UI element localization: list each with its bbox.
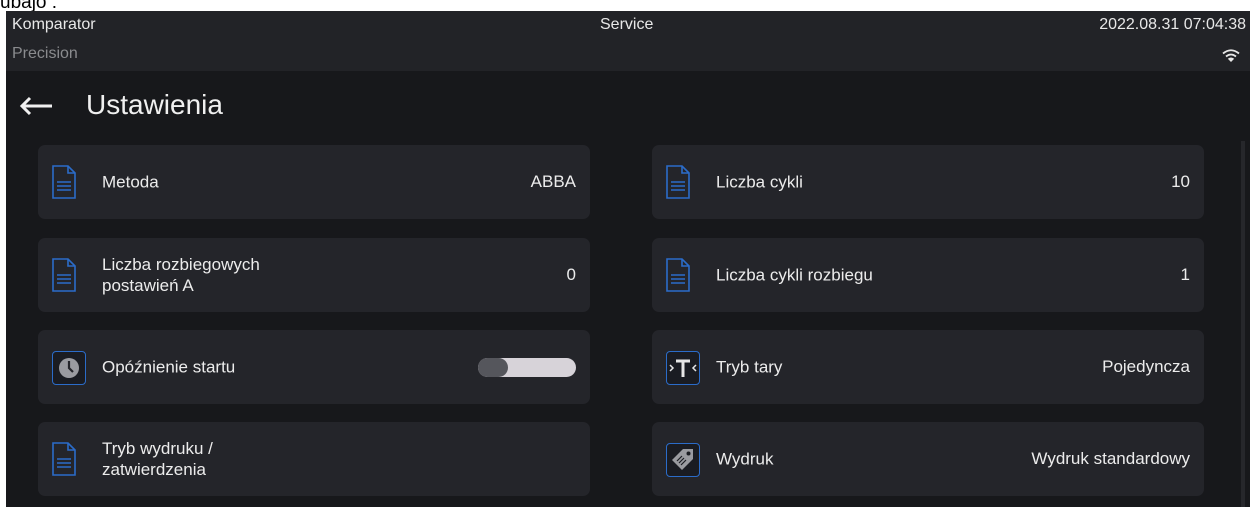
setting-label: Tryb wydruku / zatwierdzenia (102, 439, 213, 479)
setting-label: Liczba cykli (716, 172, 803, 192)
setting-value: 0 (566, 265, 576, 284)
setting-value: Pojedyncza (1102, 357, 1190, 376)
tag-icon (666, 443, 700, 477)
setting-value: Wydruk standardowy (1031, 449, 1190, 468)
document-icon (52, 258, 76, 292)
setting-opoznienie-startu[interactable]: Opóźnienie startu (38, 330, 590, 404)
setting-label: Liczba rozbiegowych postawień A (102, 255, 260, 295)
setting-label: Liczba cykli rozbiegu (716, 265, 873, 285)
setting-liczba-cykli-rozbiegu[interactable]: Liczba cykli rozbiegu 1 (652, 238, 1204, 312)
setting-wydruk[interactable]: Wydruk Wydruk standardowy (652, 422, 1204, 496)
wifi-icon (1222, 49, 1240, 62)
arrow-left-icon[interactable] (18, 95, 54, 117)
datetime: 2022.08.31 07:04:38 (1099, 16, 1246, 33)
tare-icon (666, 351, 700, 385)
document-icon (52, 165, 76, 199)
setting-value: ABBA (530, 172, 576, 191)
device-screen: Komparator Precision Service 2022.08.31 … (6, 11, 1250, 507)
mode-label: Precision (12, 45, 78, 62)
setting-metoda[interactable]: Metoda ABBA (38, 145, 590, 219)
clock-icon (52, 351, 86, 385)
setting-liczba-rozbiegowych[interactable]: Liczba rozbiegowych postawień A 0 (38, 238, 590, 312)
setting-liczba-cykli[interactable]: Liczba cykli 10 (652, 145, 1204, 219)
setting-value: 1 (1180, 265, 1190, 284)
setting-value: 10 (1171, 172, 1190, 191)
document-icon (666, 258, 690, 292)
document-icon (666, 165, 690, 199)
setting-label: Metoda (102, 172, 159, 192)
setting-tryb-wydruku[interactable]: Tryb wydruku / zatwierdzenia (38, 422, 590, 496)
scrollbar[interactable] (1241, 141, 1245, 507)
status-bar: Komparator Precision Service 2022.08.31 … (6, 11, 1250, 71)
setting-label: Tryb tary (716, 357, 783, 377)
page-title: Ustawienia (86, 89, 223, 120)
setting-tryb-tary[interactable]: Tryb tary Pojedyncza (652, 330, 1204, 404)
toggle-knob (478, 358, 508, 377)
page-header: Ustawienia (6, 76, 1250, 136)
toggle-switch[interactable] (478, 358, 576, 377)
service-label: Service (600, 16, 654, 33)
setting-label: Wydruk (716, 449, 774, 469)
app-name: Komparator (12, 16, 96, 33)
document-icon (52, 442, 76, 476)
setting-label: Opóźnienie startu (102, 357, 236, 377)
